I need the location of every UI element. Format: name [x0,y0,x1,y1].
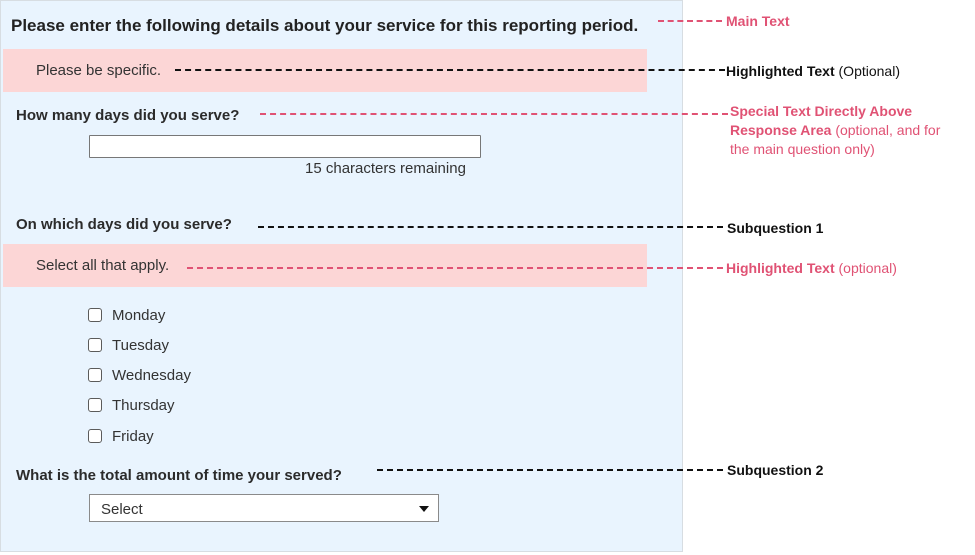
dropdown-arrow-icon [419,506,429,512]
checkbox-label: Thursday [112,396,175,414]
checkbox-wednesday[interactable]: Wednesday [88,365,191,385]
annotation-special-text-line1: Special Text Directly Above [730,103,913,119]
annotation-optional: (Optional) [838,63,900,79]
highlighted-text-box-2: Select all that apply. [3,244,647,287]
annotation-response-area: Response Area [730,122,832,138]
main-text: Please enter the following details about… [11,16,639,35]
annotation-special-text-line3: the main question only) [730,141,875,157]
checkbox-thursday[interactable]: Thursday [88,395,175,415]
checkbox-label: Wednesday [112,366,191,384]
annotation-subquestion-2: Subquestion 2 [727,462,824,478]
subquestion-2-leader [377,469,723,471]
subquestion-1-leader [258,226,723,228]
checkbox-icon[interactable] [88,308,102,322]
main-question: How many days did you serve? [16,107,240,124]
annotation-optional-note: (optional, and for [835,122,941,138]
checkbox-icon[interactable] [88,368,102,382]
annotation-special-text: Special Text Directly Above Response Are… [730,102,940,159]
characters-remaining: 15 characters remaining [305,160,466,177]
highlighted-text-leader [175,69,725,71]
highlighted-text: Please be specific. [36,62,162,79]
annotation-optional-2: (optional) [838,260,897,276]
checkbox-friday[interactable]: Friday [88,426,154,446]
checkbox-icon[interactable] [88,429,102,443]
annotation-subquestion-1: Subquestion 1 [727,220,824,236]
time-served-select[interactable]: Select [89,494,439,522]
checkbox-icon[interactable] [88,338,102,352]
subquestion-2: What is the total amount of time your se… [16,467,342,484]
checkbox-icon[interactable] [88,398,102,412]
annotation-highlighted-text: Highlighted Text (Optional) [726,62,900,81]
checkbox-monday[interactable]: Monday [88,305,165,325]
annotation-highlighted-text-2-label: Highlighted Text [726,260,835,276]
subquestion-1: On which days did you serve? [16,216,232,233]
annotation-highlighted-text-label: Highlighted Text [726,63,835,79]
annotation-main-text: Main Text [726,13,790,29]
checkbox-label: Monday [112,306,166,324]
checkbox-label: Friday [112,427,154,445]
checkbox-label: Tuesday [112,336,169,354]
annotation-special-text-line2: Response Area (optional, and for [730,121,940,140]
highlighted-text-2: Select all that apply. [36,257,170,274]
checkbox-tuesday[interactable]: Tuesday [88,335,169,355]
main-text-leader [658,20,722,22]
highlighted-text-2-leader [187,267,723,269]
annotation-highlighted-text-2: Highlighted Text (optional) [726,259,897,278]
days-served-input[interactable] [89,135,481,158]
select-value: Select [101,501,143,518]
special-text-leader [260,113,728,115]
